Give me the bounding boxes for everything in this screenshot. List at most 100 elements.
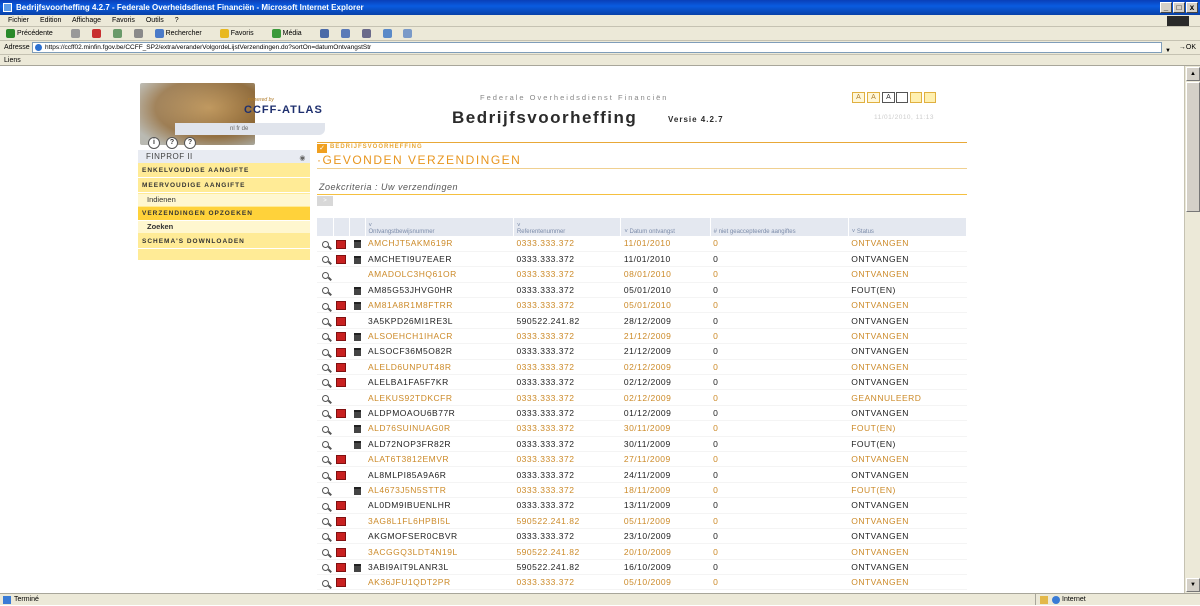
settings-icon[interactable]: ? (166, 137, 178, 149)
favorites-button[interactable]: Favoris (219, 28, 262, 38)
sidebar-item-verzendingen-opzoeken[interactable]: VERZENDINGEN OPZOEKEN (138, 207, 310, 221)
menu-edition[interactable]: Edition (40, 17, 61, 24)
stop-button[interactable] (91, 28, 103, 38)
trash-icon[interactable] (353, 240, 361, 249)
pdf-icon[interactable] (336, 378, 346, 388)
minimize-button[interactable]: _ (1160, 2, 1172, 13)
view-icon[interactable] (321, 425, 329, 433)
cell-ontvangstbewijsnummer[interactable]: ALSOCF36M5O82R (365, 343, 514, 360)
menu-fichier[interactable]: Fichier (8, 17, 29, 24)
view-icon[interactable] (321, 394, 329, 402)
forward-button[interactable] (70, 28, 82, 38)
pdf-icon[interactable] (336, 316, 346, 326)
language-selector[interactable]: nl fr de (175, 123, 325, 135)
pdf-icon[interactable] (336, 532, 346, 542)
cell-ontvangstbewijsnummer[interactable]: ALELD6UNPUT48R (365, 359, 514, 376)
cell-ontvangstbewijsnummer[interactable]: ALAT6T3812EMVR (365, 451, 514, 468)
cell-ontvangstbewijsnummer[interactable]: ALD72NOP3FR82R (365, 436, 514, 452)
view-icon[interactable] (321, 441, 329, 449)
refresh-button[interactable] (112, 28, 124, 38)
cell-ontvangstbewijsnummer[interactable]: ALELBA1FA5F7KR (365, 374, 514, 391)
view-icon[interactable] (321, 348, 329, 356)
cell-ontvangstbewijsnummer[interactable]: 3ABI9AIT9LANR3L (365, 559, 514, 576)
view-icon[interactable] (321, 456, 329, 464)
cell-ontvangstbewijsnummer[interactable]: ALDPMOAOU6B77R (365, 405, 514, 422)
sidebar-item-schemas-downloaden[interactable]: SCHEMA'S DOWNLOADEN (138, 235, 310, 249)
cell-ontvangstbewijsnummer[interactable]: AMCHETI9U7EAER (365, 251, 514, 268)
trash-icon[interactable] (353, 286, 361, 295)
vertical-scrollbar[interactable]: ▲ ▼ (1184, 66, 1200, 593)
history-button[interactable] (319, 28, 331, 38)
trash-icon[interactable] (353, 425, 361, 434)
menu-help[interactable]: ? (175, 17, 179, 24)
menu-outils[interactable]: Outils (146, 17, 164, 24)
cell-ontvangstbewijsnummer[interactable]: ALD76SUINUAG0R (365, 420, 514, 437)
search-button[interactable]: Rechercher (154, 28, 210, 38)
cell-ontvangstbewijsnummer[interactable]: ALSOEHCH1IHACR (365, 328, 514, 345)
col-ontvangstbewijsnummer[interactable]: ˅ Ontvangstbewijsnummer (365, 218, 514, 236)
trash-icon[interactable] (353, 409, 361, 418)
help-icon[interactable]: ? (184, 137, 196, 149)
cell-ontvangstbewijsnummer[interactable]: AM85G53JHVG0HR (365, 282, 514, 299)
language-options[interactable]: nl fr de (230, 126, 248, 132)
cell-ontvangstbewijsnummer[interactable]: AK36JFU1QDT2PR (365, 574, 514, 591)
sidebar-subitem-indienen[interactable]: Indienen (138, 194, 310, 206)
scroll-thumb[interactable] (1186, 82, 1200, 212)
print-button[interactable] (361, 28, 373, 38)
view-icon[interactable] (321, 548, 329, 556)
sidebar-subitem-zoeken[interactable]: Zoeken (138, 221, 310, 233)
col-referentenummer[interactable]: ˅ Referentenummer (513, 218, 622, 236)
pdf-icon[interactable] (336, 470, 346, 480)
view-icon[interactable] (321, 287, 329, 295)
scroll-up-icon[interactable]: ▲ (1186, 67, 1200, 81)
view-icon[interactable] (321, 502, 329, 510)
menu-affichage[interactable]: Affichage (72, 17, 101, 24)
discuss-button[interactable] (403, 28, 414, 38)
go-button[interactable]: →OK (1179, 43, 1196, 53)
col-status[interactable]: ˅ Status (848, 218, 968, 236)
pdf-icon[interactable] (336, 362, 346, 372)
view-icon[interactable] (321, 410, 329, 418)
pdf-icon[interactable] (336, 501, 346, 511)
view-icon[interactable] (321, 564, 329, 572)
cell-ontvangstbewijsnummer[interactable]: AL8MLPI85A9A6R (365, 466, 514, 483)
maximize-button[interactable]: □ (1173, 2, 1185, 13)
info-icon[interactable]: i (148, 137, 160, 149)
view-icon[interactable] (321, 240, 329, 248)
pdf-icon[interactable] (336, 563, 346, 573)
view-icon[interactable] (321, 364, 329, 372)
trash-icon[interactable] (353, 348, 361, 357)
sidebar-item-meervoudige-aangifte[interactable]: MEERVOUDIGE AANGIFTE (138, 179, 310, 193)
cell-ontvangstbewijsnummer[interactable]: AM81A8R1M8FTRR (365, 297, 514, 314)
layout-wide-button[interactable] (896, 92, 908, 103)
layout-narrow-button[interactable] (924, 92, 936, 103)
sidebar-item-enkelvoudige-aangifte[interactable]: ENKELVOUDIGE AANGIFTE (138, 164, 310, 178)
pdf-icon[interactable] (336, 347, 346, 357)
address-input[interactable]: https://ccff02.minfin.fgov.be/CCFF_SP2/e… (32, 42, 1162, 53)
cell-ontvangstbewijsnummer[interactable]: AL4673J5N5STTR (365, 482, 514, 499)
trash-icon[interactable] (353, 563, 361, 572)
cell-ontvangstbewijsnummer[interactable]: 3A5KPD26MI1RE3L (365, 312, 514, 329)
col-datum-ontvangst[interactable]: ˅ Datum ontvangst (620, 218, 711, 236)
cell-ontvangstbewijsnummer[interactable]: 3ACGGQ3LDT4N19L (365, 543, 514, 560)
mail-button[interactable] (340, 28, 352, 38)
pdf-icon[interactable] (336, 239, 346, 249)
trash-icon[interactable] (353, 332, 361, 341)
pdf-icon[interactable] (336, 301, 346, 311)
expand-criteria-button[interactable]: > (317, 196, 333, 206)
edit-button[interactable] (382, 28, 394, 38)
trash-icon[interactable] (353, 302, 361, 310)
view-icon[interactable] (321, 517, 329, 525)
home-button[interactable] (133, 28, 145, 38)
pdf-icon[interactable] (336, 409, 346, 419)
trash-icon[interactable] (353, 440, 361, 449)
cell-ontvangstbewijsnummer[interactable]: AL0DM9IBUENLHR (365, 497, 514, 514)
pdf-icon[interactable] (336, 255, 346, 265)
back-button[interactable]: Précédente (6, 28, 61, 38)
pdf-icon[interactable] (336, 547, 346, 557)
col-niet-geaccepteerd[interactable]: # niet geaccepteerde aangiftes (710, 218, 849, 236)
trash-icon[interactable] (353, 486, 361, 495)
scroll-down-icon[interactable]: ▼ (1186, 578, 1200, 592)
font-small-button[interactable]: A (852, 92, 865, 103)
view-icon[interactable] (321, 487, 329, 495)
